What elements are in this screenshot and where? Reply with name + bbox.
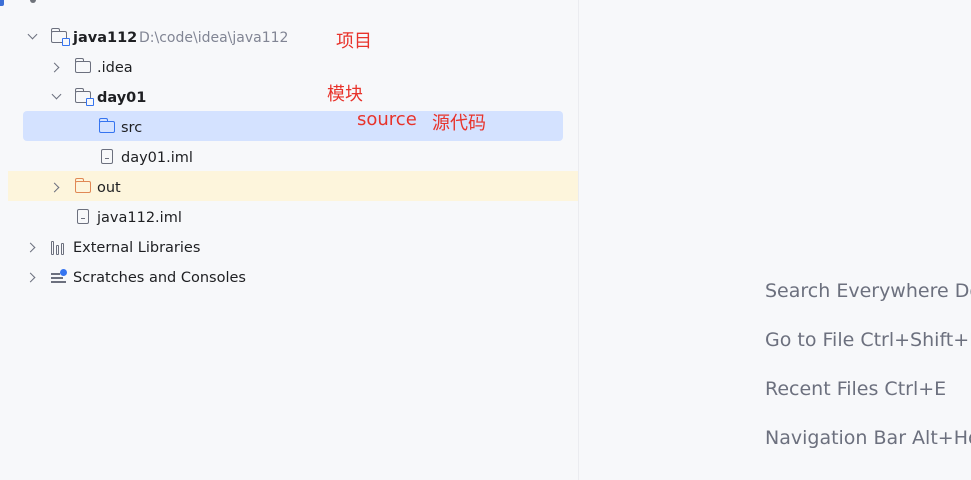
tree-node-label: java112.iml: [97, 210, 182, 226]
annotation-module: 模块: [327, 84, 363, 105]
project-tool-window: java112 D:\code\idea\java112 .idea day01…: [0, 0, 579, 480]
tree-node-idea[interactable]: .idea: [0, 53, 578, 83]
iml-file-icon: [77, 209, 89, 224]
tree-node-external-libraries[interactable]: External Libraries: [0, 233, 578, 263]
hint-search-everywhere: Search Everywhere Do: [765, 280, 971, 302]
tree-node-label: src: [121, 120, 143, 136]
window-edge-indicator: [0, 0, 4, 6]
tree-node-label: External Libraries: [73, 240, 201, 256]
tree-node-label: day01: [97, 90, 147, 106]
libraries-icon: [51, 241, 67, 255]
scratches-icon: [51, 269, 67, 285]
iml-file-icon: [101, 149, 113, 164]
hint-navigation-bar: Navigation Bar Alt+Ho: [765, 427, 971, 449]
chevron-down-icon[interactable]: [27, 29, 38, 40]
project-path: D:\code\idea\java112: [139, 30, 289, 46]
annotation-source-cn: 源代码: [432, 113, 486, 134]
tree-node-label: java112: [73, 30, 138, 46]
tree-node-java112[interactable]: java112 D:\code\idea\java112: [0, 23, 578, 53]
chevron-right-icon[interactable]: [49, 182, 60, 193]
tree-node-label: day01.iml: [121, 150, 193, 166]
tree-node-label: .idea: [97, 60, 133, 76]
tree-node-out[interactable]: out: [0, 173, 578, 203]
source-folder-icon: [98, 118, 115, 133]
annotation-project: 项目: [336, 31, 372, 52]
annotation-source: source: [357, 109, 417, 130]
tree-node-day01[interactable]: day01: [0, 83, 578, 113]
excluded-folder-icon: [74, 178, 91, 193]
chevron-down-icon[interactable]: [51, 89, 62, 100]
chevron-right-icon[interactable]: [25, 242, 36, 253]
hint-recent-files: Recent Files Ctrl+E: [765, 378, 947, 400]
tree-node-scratches[interactable]: Scratches and Consoles: [0, 263, 578, 293]
project-folder-icon: [50, 28, 70, 46]
module-folder-icon: [74, 88, 94, 106]
folder-icon: [74, 58, 91, 73]
scroll-indicator: [30, 0, 36, 3]
tree-node-src[interactable]: src: [0, 113, 578, 143]
chevron-right-icon[interactable]: [49, 62, 60, 73]
tree-node-label: out: [97, 180, 121, 196]
tree-node-day01-iml[interactable]: day01.iml: [0, 143, 578, 173]
tree-node-label: Scratches and Consoles: [73, 270, 246, 286]
hint-go-to-file: Go to File Ctrl+Shift+N: [765, 329, 971, 351]
tree-node-java112-iml[interactable]: java112.iml: [0, 203, 578, 233]
chevron-right-icon[interactable]: [25, 272, 36, 283]
